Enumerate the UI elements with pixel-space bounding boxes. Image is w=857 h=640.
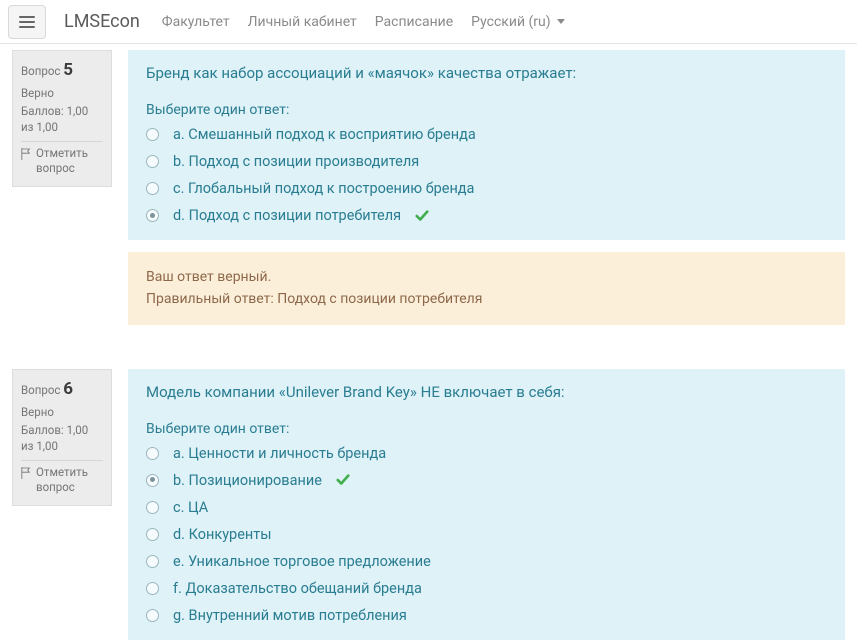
answer-option[interactable]: e. Уникальное торговое предложение <box>146 553 827 570</box>
flag-icon <box>21 148 31 160</box>
radio-icon <box>146 555 159 568</box>
radio-icon <box>146 155 159 168</box>
answer-option[interactable]: g. Внутренний мотив потребления <box>146 607 827 624</box>
answer-option[interactable]: c. Глобальный подход к построению бренда <box>146 180 827 197</box>
answer-label: b. Позиционирование <box>173 472 322 489</box>
answer-option[interactable]: b. Позиционирование <box>146 472 827 489</box>
question-label-prefix: Вопрос <box>21 383 60 397</box>
question-row: Вопрос 5 Верно Баллов: 1,00 из 1,00 Отме… <box>12 50 845 325</box>
answer-label: c. ЦА <box>173 499 208 516</box>
divider <box>21 141 103 142</box>
answer-label: a. Смешанный подход к восприятию бренда <box>173 126 476 143</box>
feedback-yours: Ваш ответ верный. <box>146 266 827 288</box>
question-label-prefix: Вопрос <box>21 64 60 78</box>
brand-title[interactable]: LMSEcon <box>64 11 140 32</box>
chevron-down-icon <box>557 19 565 24</box>
question-number-line: Вопрос 6 <box>21 378 103 402</box>
flag-question-link[interactable]: Отметить вопрос <box>21 465 103 495</box>
page-content: Вопрос 5 Верно Баллов: 1,00 из 1,00 Отме… <box>0 44 857 640</box>
question-score: Баллов: 1,00 из 1,00 <box>21 422 103 454</box>
question-number-line: Вопрос 5 <box>21 59 103 83</box>
question-text: Модель компании «Unilever Brand Key» НЕ … <box>146 383 827 401</box>
radio-icon <box>146 501 159 514</box>
question-main: Бренд как набор ассоциаций и «маячок» ка… <box>128 50 845 325</box>
answer-label: a. Ценности и личность бренда <box>173 445 386 462</box>
navbar: LMSEcon Факультет Личный кабинет Расписа… <box>0 0 857 44</box>
question-main: Модель компании «Unilever Brand Key» НЕ … <box>128 369 845 640</box>
radio-icon <box>146 582 159 595</box>
answer-label: g. Внутренний мотив потребления <box>173 607 407 624</box>
flag-icon <box>21 467 31 479</box>
question-score: Баллов: 1,00 из 1,00 <box>21 103 103 135</box>
radio-icon <box>146 447 159 460</box>
answer-label: c. Глобальный подход к построению бренда <box>173 180 474 197</box>
question-info-panel: Вопрос 6 Верно Баллов: 1,00 из 1,00 Отме… <box>12 369 112 506</box>
question-number: 5 <box>63 60 73 80</box>
hamburger-button[interactable] <box>8 5 46 39</box>
answer-label: d. Подход с позиции потребителя <box>173 207 401 224</box>
question-prompt: Выберите один ответ: <box>146 102 827 118</box>
flag-question-link[interactable]: Отметить вопрос <box>21 146 103 176</box>
radio-icon <box>146 528 159 541</box>
feedback-box: Ваш ответ верный. Правильный ответ: Подх… <box>128 252 845 325</box>
answer-list: a. Ценности и личность бренда b. Позицио… <box>146 445 827 624</box>
question-prompt: Выберите один ответ: <box>146 421 827 437</box>
hamburger-icon <box>19 16 35 28</box>
question-row: Вопрос 6 Верно Баллов: 1,00 из 1,00 Отме… <box>12 369 845 640</box>
nav-link-faculty[interactable]: Факультет <box>162 14 230 30</box>
nav-link-cabinet[interactable]: Личный кабинет <box>248 14 357 30</box>
answer-list: a. Смешанный подход к восприятию бренда … <box>146 126 827 224</box>
question-info-panel: Вопрос 5 Верно Баллов: 1,00 из 1,00 Отме… <box>12 50 112 187</box>
radio-icon <box>146 609 159 622</box>
answer-option[interactable]: d. Конкуренты <box>146 526 827 543</box>
flag-label: Отметить вопрос <box>36 465 103 495</box>
feedback-correct: Правильный ответ: Подход с позиции потре… <box>146 288 827 310</box>
answer-label: b. Подход с позиции производителя <box>173 153 419 170</box>
answer-option[interactable]: c. ЦА <box>146 499 827 516</box>
divider <box>21 460 103 461</box>
check-icon <box>336 473 350 487</box>
question-body: Бренд как набор ассоциаций и «маячок» ка… <box>128 50 845 240</box>
answer-option[interactable]: d. Подход с позиции потребителя <box>146 207 827 224</box>
flag-label: Отметить вопрос <box>36 146 103 176</box>
answer-option[interactable]: a. Ценности и личность бренда <box>146 445 827 462</box>
question-number: 6 <box>63 379 73 399</box>
radio-icon <box>146 209 159 222</box>
radio-icon <box>146 182 159 195</box>
answer-option[interactable]: b. Подход с позиции производителя <box>146 153 827 170</box>
nav-link-language[interactable]: Русский (ru) <box>471 14 564 30</box>
nav-link-language-label: Русский (ru) <box>471 14 550 30</box>
nav-link-schedule[interactable]: Расписание <box>375 14 453 30</box>
answer-label: f. Доказательство обещаний бренда <box>173 580 422 597</box>
question-body: Модель компании «Unilever Brand Key» НЕ … <box>128 369 845 640</box>
nav-links: Факультет Личный кабинет Расписание Русс… <box>162 14 565 30</box>
answer-label: d. Конкуренты <box>173 526 271 543</box>
answer-label: e. Уникальное торговое предложение <box>173 553 431 570</box>
question-status: Верно <box>21 404 103 420</box>
radio-icon <box>146 474 159 487</box>
check-icon <box>415 209 429 223</box>
question-text: Бренд как набор ассоциаций и «маячок» ка… <box>146 64 827 82</box>
radio-icon <box>146 128 159 141</box>
answer-option[interactable]: f. Доказательство обещаний бренда <box>146 580 827 597</box>
answer-option[interactable]: a. Смешанный подход к восприятию бренда <box>146 126 827 143</box>
question-status: Верно <box>21 85 103 101</box>
